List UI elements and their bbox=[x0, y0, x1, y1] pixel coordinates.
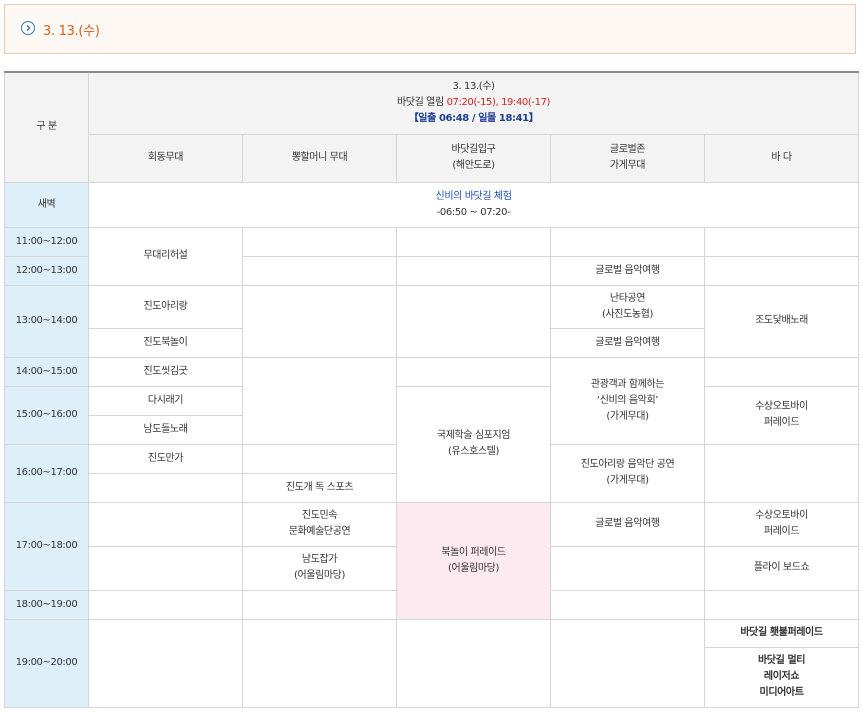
empty-cell bbox=[88, 589, 243, 620]
event-cell: 다시래기 bbox=[88, 385, 243, 416]
column-header-entrance: 바닷길입구 (해안도로) bbox=[396, 133, 551, 183]
empty-cell bbox=[703, 255, 860, 286]
event-cell: 남도들노래 bbox=[88, 414, 243, 445]
empty-cell bbox=[396, 226, 551, 257]
event-cell: 진도개 독 스포츠 bbox=[242, 472, 397, 503]
time-slot: 11:00~12:00 bbox=[4, 226, 89, 257]
empty-cell bbox=[242, 356, 397, 445]
column-header-global-zone: 글로벌존 가게무대 bbox=[550, 133, 705, 183]
event-cell: 플라이 보드쇼 bbox=[703, 545, 860, 591]
empty-cell bbox=[703, 226, 860, 257]
event-cell: 수상오토바이 퍼레이드 bbox=[703, 501, 860, 547]
event-cell: 진도아리랑 음악단 공연 (가게무대) bbox=[550, 443, 705, 503]
empty-cell bbox=[88, 472, 243, 503]
event-cell: 국제학술 심포지엄 (유스호스텔) bbox=[396, 385, 551, 503]
header-date: 3. 13.(수) bbox=[452, 81, 495, 93]
event-cell: 난타공연 (사진도농협) bbox=[550, 284, 705, 329]
empty-cell bbox=[550, 226, 705, 257]
time-slot: 13:00~14:00 bbox=[4, 284, 89, 358]
empty-cell bbox=[550, 545, 705, 591]
empty-cell bbox=[396, 618, 551, 708]
empty-cell bbox=[88, 545, 243, 591]
event-cell: 진도민속 문화예술단공연 bbox=[242, 501, 397, 547]
event-cell: 수상오토바이 퍼레이드 bbox=[703, 385, 860, 445]
tide-line: 바닷길 열림 07:20(-15), 19:40(-17) bbox=[89, 95, 858, 111]
empty-cell bbox=[396, 284, 551, 358]
empty-cell bbox=[88, 501, 243, 547]
empty-cell bbox=[242, 443, 397, 474]
empty-cell bbox=[242, 589, 397, 620]
time-slot: 18:00~19:00 bbox=[4, 589, 89, 620]
dawn-event-title: 신비의 바닷길 체험 bbox=[435, 190, 512, 202]
date-label: 3. 13.(수) bbox=[43, 24, 100, 39]
date-header-box: 3. 13.(수) bbox=[4, 4, 856, 54]
event-cell: 관광객과 함께하는 ‘신비의 음악회’ (가게무대) bbox=[550, 356, 705, 445]
tide-times: 07:20(-15), 19:40(-17) bbox=[446, 97, 551, 109]
event-cell: 바닷길 멀티 레이저쇼 미디어아트 bbox=[703, 646, 860, 708]
empty-cell bbox=[703, 356, 860, 387]
date-tide-header: 3. 13.(수) 바닷길 열림 07:20(-15), 19:40(-17) … bbox=[87, 71, 860, 135]
empty-cell bbox=[242, 255, 397, 286]
column-header-hoedong: 회동무대 bbox=[88, 133, 243, 183]
empty-cell bbox=[396, 255, 551, 286]
time-dawn: 새벽 bbox=[4, 181, 89, 228]
event-cell: 진도북놀이 bbox=[88, 327, 243, 358]
tide-prefix: 바닷길 열림 bbox=[397, 97, 447, 109]
time-slot: 12:00~13:00 bbox=[4, 255, 89, 286]
column-header-sea: 바 다 bbox=[703, 133, 860, 183]
category-header: 구 분 bbox=[4, 71, 89, 183]
empty-cell bbox=[550, 618, 705, 708]
event-cell: 바닷길 횃불퍼레이드 bbox=[703, 618, 860, 648]
event-cell: 진도씻김굿 bbox=[88, 356, 243, 387]
event-cell: 남도잡가 (어울림마당) bbox=[242, 545, 397, 591]
event-cell: 진도아리랑 bbox=[88, 284, 243, 329]
event-cell: 글로벌 음악여행 bbox=[550, 327, 705, 358]
empty-cell bbox=[242, 226, 397, 257]
event-cell: 글로벌 음악여행 bbox=[550, 255, 705, 286]
event-cell: 진도만가 bbox=[88, 443, 243, 474]
empty-cell bbox=[242, 284, 397, 358]
time-slot: 17:00~18:00 bbox=[4, 501, 89, 591]
empty-cell bbox=[703, 443, 860, 503]
time-slot: 14:00~15:00 bbox=[4, 356, 89, 387]
schedule-table: 구 분 3. 13.(수) 바닷길 열림 07:20(-15), 19:40(-… bbox=[4, 71, 860, 708]
time-slot: 15:00~16:00 bbox=[4, 385, 89, 445]
dawn-event-time: -06:50 ~ 07:20- bbox=[436, 206, 511, 218]
empty-cell bbox=[550, 589, 705, 620]
dawn-experience-cell: 신비의 바닷길 체험 -06:50 ~ 07:20- bbox=[87, 181, 860, 228]
sun-times: 【일출 06:48 / 일몰 18:41】 bbox=[408, 113, 539, 125]
event-cell: 글로벌 음악여행 bbox=[550, 501, 705, 547]
event-cell: 조도닻배노래 bbox=[703, 284, 860, 358]
empty-cell bbox=[242, 618, 397, 708]
column-header-ppong-halmeoni: 뽕할머니 무대 bbox=[242, 133, 397, 183]
chevron-right-circle-icon bbox=[21, 21, 35, 35]
event-cell: 무대리허설 bbox=[88, 226, 243, 286]
empty-cell bbox=[88, 618, 243, 708]
time-slot: 16:00~17:00 bbox=[4, 443, 89, 503]
empty-cell bbox=[703, 589, 860, 620]
event-cell-highlight: 북놀이 퍼레이드 (어울림마당) bbox=[396, 501, 551, 620]
empty-cell bbox=[396, 356, 551, 387]
time-slot: 19:00~20:00 bbox=[4, 618, 89, 708]
